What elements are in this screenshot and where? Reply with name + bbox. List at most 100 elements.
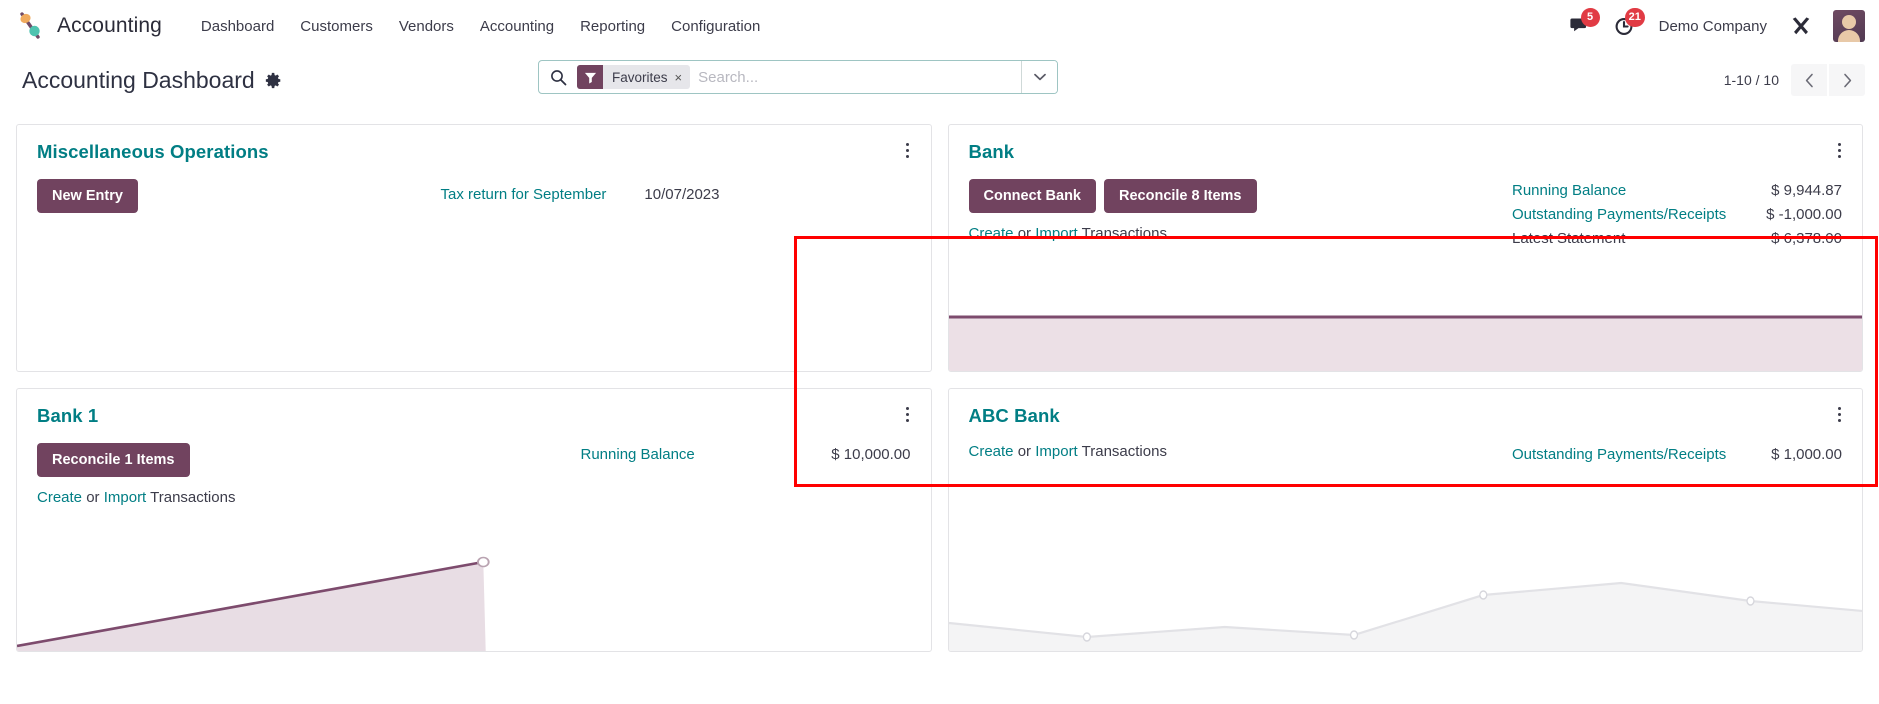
main-menu: Dashboard Customers Vendors Accounting R… bbox=[188, 12, 773, 41]
misc-entry-row: Tax return for September 10/07/2023 bbox=[441, 179, 911, 203]
kebab-dot bbox=[1837, 418, 1841, 422]
stat-row-outstanding-payments: Outstanding Payments/Receipts $ 1,000.00 bbox=[1512, 443, 1842, 467]
search-input[interactable] bbox=[696, 61, 1021, 93]
card-content-row: Connect Bank Reconcile 8 Items Create or… bbox=[968, 179, 1842, 251]
card-actions: Create or Import Transactions bbox=[969, 443, 1167, 460]
misc-entry-name[interactable]: Tax return for September bbox=[441, 186, 607, 203]
kebab-dot bbox=[906, 148, 909, 152]
connect-bank-button[interactable]: Connect Bank bbox=[968, 179, 1096, 213]
search-facet-label: Favorites bbox=[612, 69, 668, 85]
kebab-dot bbox=[906, 142, 909, 146]
or-label: or bbox=[86, 489, 100, 506]
kebab-dot bbox=[1837, 406, 1841, 410]
brand-home-link[interactable]: Accounting bbox=[16, 11, 162, 41]
searchbar[interactable]: Favorites × bbox=[538, 60, 1058, 94]
card-actions: New Entry bbox=[37, 179, 138, 213]
menu-item-customers[interactable]: Customers bbox=[287, 12, 386, 41]
card-options-kebab-icon[interactable] bbox=[1830, 139, 1848, 161]
create-transactions-link[interactable]: Create bbox=[969, 443, 1014, 460]
card-title-bank[interactable]: Bank bbox=[969, 141, 1843, 163]
transactions-label: Transactions bbox=[1081, 225, 1167, 242]
stat-label-outstanding-payments[interactable]: Outstanding Payments/Receipts bbox=[1512, 443, 1726, 467]
card-title-abc-bank[interactable]: ABC Bank bbox=[969, 405, 1843, 427]
bank-statistics: Running Balance $ 10,000.00 bbox=[581, 443, 911, 467]
gear-icon[interactable] bbox=[265, 72, 282, 89]
new-entry-button[interactable]: New Entry bbox=[37, 179, 138, 213]
card-options-kebab-icon[interactable] bbox=[899, 403, 917, 425]
card-content-row: Reconcile 1 Items Create or Import Trans… bbox=[37, 443, 911, 506]
stat-row-running-balance: Running Balance $ 10,000.00 bbox=[581, 443, 911, 467]
journal-card-grid: Miscellaneous Operations New Entry Tax r… bbox=[0, 108, 1879, 652]
developer-tools-button[interactable] bbox=[1779, 6, 1823, 46]
kebab-dot bbox=[1837, 148, 1841, 152]
kebab-dot bbox=[906, 406, 909, 410]
activities-badge: 21 bbox=[1624, 8, 1645, 27]
or-label: or bbox=[1017, 225, 1032, 242]
bank-balance-graph bbox=[948, 309, 1862, 371]
brand-title: Accounting bbox=[57, 14, 162, 37]
top-navbar: Accounting Dashboard Customers Vendors A… bbox=[0, 0, 1879, 52]
create-transactions-link[interactable]: Create bbox=[969, 225, 1014, 242]
card-title-miscellaneous-operations[interactable]: Miscellaneous Operations bbox=[37, 141, 911, 163]
card-body: Miscellaneous Operations New Entry Tax r… bbox=[17, 125, 931, 371]
stat-value-outstanding-payments: $ 1,000.00 bbox=[1771, 446, 1842, 463]
card-entries: Tax return for September 10/07/2023 bbox=[441, 179, 911, 203]
user-avatar[interactable] bbox=[1833, 10, 1865, 42]
pager-counter: 1-10 / 10 bbox=[1723, 72, 1779, 88]
stat-label-running-balance[interactable]: Running Balance bbox=[1512, 179, 1626, 203]
card-title-bank-1[interactable]: Bank 1 bbox=[37, 405, 911, 427]
search-icon bbox=[539, 69, 577, 86]
import-transactions-link[interactable]: Import bbox=[1035, 443, 1078, 460]
reconcile-items-button[interactable]: Reconcile 1 Items bbox=[37, 443, 190, 477]
kebab-dot bbox=[906, 154, 909, 158]
import-transactions-link[interactable]: Import bbox=[104, 489, 147, 506]
journal-card-bank[interactable]: Bank Connect Bank Reconcile 8 Items Crea… bbox=[947, 124, 1863, 372]
bank-statistics: Outstanding Payments/Receipts $ 1,000.00 bbox=[1512, 443, 1842, 467]
card-actions: Connect Bank Reconcile 8 Items Create or… bbox=[968, 179, 1257, 242]
journal-card-miscellaneous-operations[interactable]: Miscellaneous Operations New Entry Tax r… bbox=[16, 124, 932, 372]
chevron-right-icon bbox=[1843, 73, 1851, 87]
stat-value-running-balance: $ 10,000.00 bbox=[831, 446, 911, 463]
menu-item-vendors[interactable]: Vendors bbox=[386, 12, 467, 41]
import-transactions-link[interactable]: Import bbox=[1035, 225, 1078, 242]
pager-next-button[interactable] bbox=[1829, 64, 1865, 96]
create-transactions-link[interactable]: Create bbox=[37, 489, 82, 506]
card-actions: Reconcile 1 Items Create or Import Trans… bbox=[37, 443, 235, 506]
kebab-dot bbox=[1837, 142, 1841, 146]
bank-action-buttons: Connect Bank Reconcile 8 Items bbox=[968, 179, 1257, 213]
transactions-line: Create or Import Transactions bbox=[969, 225, 1257, 242]
search-facet-favorites[interactable]: Favorites × bbox=[577, 65, 691, 89]
odoo-logo-icon bbox=[16, 11, 46, 41]
stat-row-outstanding-payments: Outstanding Payments/Receipts $ -1,000.0… bbox=[1512, 203, 1842, 227]
stat-label-running-balance[interactable]: Running Balance bbox=[581, 443, 695, 467]
card-content-row: New Entry Tax return for September 10/07… bbox=[37, 179, 911, 213]
pager-previous-button[interactable] bbox=[1791, 64, 1827, 96]
stat-label-outstanding-payments[interactable]: Outstanding Payments/Receipts bbox=[1512, 203, 1726, 227]
card-options-kebab-icon[interactable] bbox=[899, 139, 917, 161]
bank-statistics: Running Balance $ 9,944.87 Outstanding P… bbox=[1512, 179, 1842, 251]
menu-item-accounting[interactable]: Accounting bbox=[467, 12, 567, 41]
menu-item-dashboard[interactable]: Dashboard bbox=[188, 12, 287, 41]
transactions-label: Transactions bbox=[150, 489, 236, 506]
search-dropdown-toggle[interactable] bbox=[1021, 61, 1057, 93]
dashboard-body: Miscellaneous Operations New Entry Tax r… bbox=[0, 108, 1879, 704]
navbar-systray: 5 21 Demo Company bbox=[1559, 6, 1865, 46]
transactions-line: Create or Import Transactions bbox=[969, 443, 1167, 460]
card-options-kebab-icon[interactable] bbox=[1830, 403, 1848, 425]
company-switcher[interactable]: Demo Company bbox=[1647, 12, 1779, 41]
control-panel: Accounting Dashboard Favorites × Search.… bbox=[0, 52, 1879, 108]
journal-card-abc-bank[interactable]: ABC Bank Create or Import Transactions O… bbox=[947, 388, 1863, 652]
menu-item-configuration[interactable]: Configuration bbox=[658, 12, 773, 41]
tools-icon bbox=[1792, 17, 1810, 35]
kebab-dot bbox=[906, 412, 909, 416]
transactions-line: Create or Import Transactions bbox=[37, 489, 235, 506]
or-label: or bbox=[1017, 443, 1032, 460]
search-facet-remove-icon[interactable]: × bbox=[675, 71, 691, 84]
messages-button[interactable]: 5 bbox=[1559, 6, 1603, 46]
search-panel: Favorites × bbox=[538, 60, 1058, 94]
activities-button[interactable]: 21 bbox=[1603, 6, 1647, 46]
filter-funnel-icon bbox=[577, 65, 603, 89]
journal-card-bank-1[interactable]: Bank 1 Reconcile 1 Items Create or Impor… bbox=[16, 388, 932, 652]
reconcile-items-button[interactable]: Reconcile 8 Items bbox=[1104, 179, 1257, 213]
menu-item-reporting[interactable]: Reporting bbox=[567, 12, 658, 41]
